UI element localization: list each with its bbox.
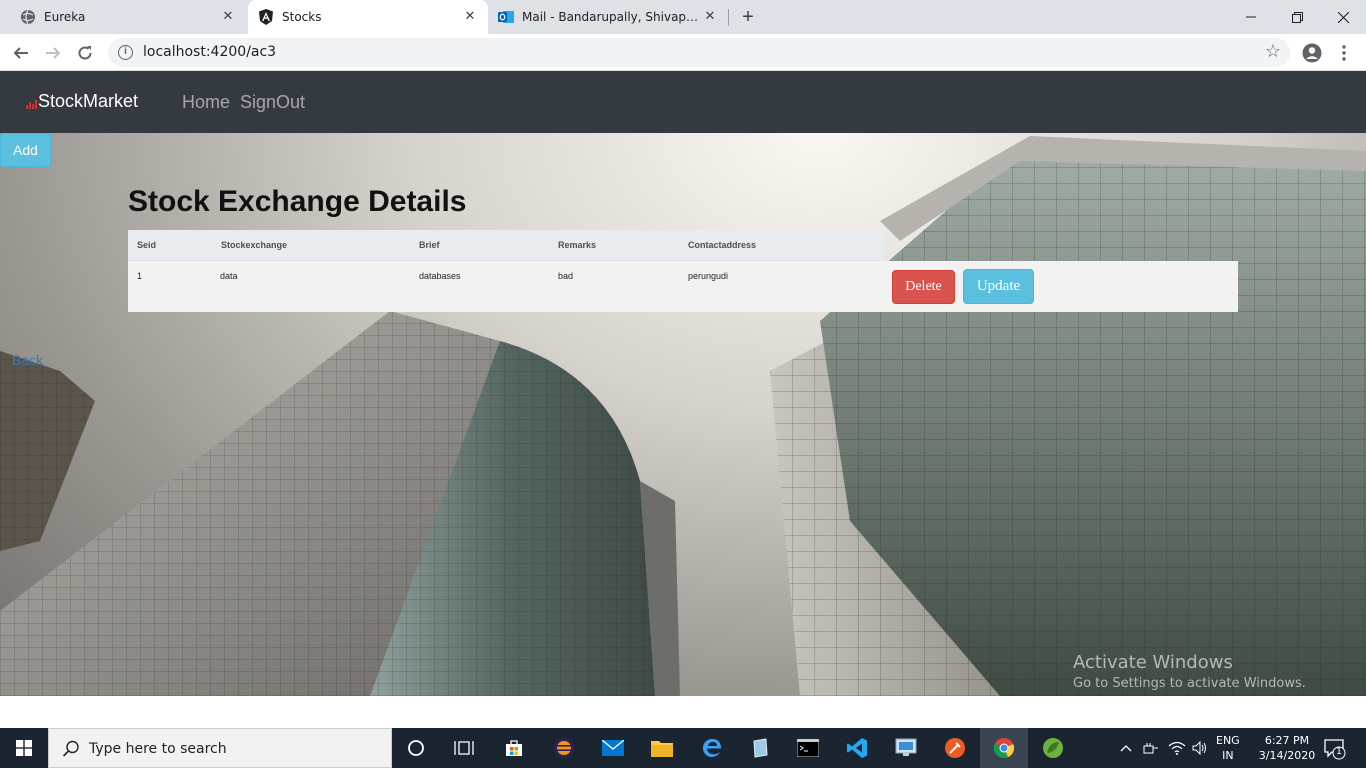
bookmark-star-icon[interactable]: ☆ bbox=[1265, 41, 1281, 62]
clock-time: 6:27 PM bbox=[1264, 734, 1310, 747]
delete-button[interactable]: Delete bbox=[892, 270, 955, 304]
vscode-icon[interactable] bbox=[833, 728, 881, 768]
language-indicator[interactable]: ENG IN bbox=[1216, 733, 1240, 763]
reload-icon[interactable] bbox=[72, 40, 98, 66]
browser-toolbar: i localhost:4200/ac3 ☆ bbox=[0, 34, 1366, 71]
angular-icon bbox=[258, 9, 274, 25]
command-prompt-icon[interactable] bbox=[784, 728, 832, 768]
cortana-icon[interactable] bbox=[392, 728, 440, 768]
notification-center-icon[interactable]: 1 bbox=[1322, 736, 1346, 760]
store-icon[interactable] bbox=[490, 728, 538, 768]
new-tab-button[interactable]: + bbox=[736, 5, 760, 29]
restore-button[interactable] bbox=[1274, 0, 1320, 34]
file-explorer-icon[interactable] bbox=[638, 728, 686, 768]
close-tab-icon[interactable]: ✕ bbox=[220, 9, 236, 25]
brand-name: StockMarket bbox=[38, 91, 139, 111]
edge-icon[interactable] bbox=[688, 728, 736, 768]
browser-tab-strip: Eureka ✕ Stocks ✕ Mail - Bandarupally, S… bbox=[0, 0, 1366, 34]
app-navbar: StockMarket Home SignOut bbox=[0, 71, 1366, 133]
taskbar-search-input[interactable]: Type here to search bbox=[48, 728, 392, 768]
cell-seid: 1 bbox=[137, 271, 143, 281]
language-code: ENG bbox=[1216, 734, 1240, 747]
column-header-seid: Seid bbox=[137, 240, 157, 250]
watermark-title: Activate Windows bbox=[1073, 652, 1233, 673]
background-skyscrapers-image bbox=[0, 136, 1366, 696]
add-button[interactable]: Add bbox=[0, 133, 51, 167]
table-row: 1 data databases bad perungudi Delete Up… bbox=[128, 261, 1238, 312]
tray-chevron-icon[interactable] bbox=[1120, 728, 1132, 768]
volume-icon[interactable] bbox=[1192, 728, 1208, 768]
clock-date: 3/14/2020 bbox=[1258, 749, 1316, 762]
close-tab-icon[interactable]: ✕ bbox=[462, 9, 478, 25]
postman-icon[interactable] bbox=[931, 728, 979, 768]
site-info-icon[interactable]: i bbox=[118, 45, 133, 60]
spring-tool-suite-icon[interactable] bbox=[1029, 728, 1077, 768]
cell-contactaddress: perungudi bbox=[688, 271, 729, 281]
windows-taskbar: Type here to search ENG IN 6:27 PM 3/14/… bbox=[0, 728, 1366, 768]
tab-eureka[interactable]: Eureka ✕ bbox=[0, 0, 246, 34]
nav-signout-link[interactable]: SignOut bbox=[240, 92, 305, 113]
close-tab-icon[interactable]: ✕ bbox=[702, 9, 718, 25]
minimize-button[interactable] bbox=[1228, 0, 1274, 34]
column-header-remarks: Remarks bbox=[558, 240, 597, 250]
tab-title: Mail - Bandarupally, Shivaprasad bbox=[522, 10, 702, 24]
table-header: Seid Stockexchange Brief Remarks Contact… bbox=[128, 230, 884, 261]
cell-stockexchange: data bbox=[220, 271, 238, 281]
mail-icon[interactable] bbox=[589, 728, 637, 768]
column-header-stockexchange: Stockexchange bbox=[221, 240, 288, 250]
notification-count: 1 bbox=[1336, 747, 1342, 757]
windows-start-icon[interactable] bbox=[0, 728, 48, 768]
network-plug-icon[interactable] bbox=[1143, 728, 1159, 768]
watermark-subtitle: Go to Settings to activate Windows. bbox=[1073, 676, 1306, 691]
column-header-brief: Brief bbox=[419, 240, 440, 250]
region-code: IN bbox=[1222, 749, 1234, 762]
search-placeholder: Type here to search bbox=[89, 741, 227, 757]
tab-separator bbox=[728, 9, 729, 26]
back-arrow-icon[interactable] bbox=[8, 40, 34, 66]
task-view-icon[interactable] bbox=[440, 728, 488, 768]
search-icon bbox=[62, 740, 79, 757]
back-link[interactable]: Back bbox=[12, 352, 43, 368]
address-bar[interactable]: i localhost:4200/ac3 ☆ bbox=[108, 38, 1290, 67]
cell-remarks: bad bbox=[558, 271, 574, 281]
cell-brief: databases bbox=[419, 271, 461, 281]
page-title: Stock Exchange Details bbox=[128, 185, 467, 218]
tab-title: Stocks bbox=[282, 10, 322, 24]
update-button[interactable]: Update bbox=[963, 269, 1034, 304]
eclipse-icon[interactable] bbox=[540, 728, 588, 768]
wifi-icon[interactable] bbox=[1168, 728, 1186, 768]
remote-desktop-icon[interactable] bbox=[882, 728, 930, 768]
outlook-icon bbox=[498, 9, 514, 25]
tab-stocks[interactable]: Stocks ✕ bbox=[248, 0, 488, 34]
tab-title: Eureka bbox=[44, 10, 86, 24]
profile-icon[interactable] bbox=[1299, 40, 1325, 66]
activate-windows-watermark: Activate Windows Go to Settings to activ… bbox=[1073, 652, 1306, 691]
brand-link[interactable]: StockMarket bbox=[26, 91, 138, 112]
chrome-icon[interactable] bbox=[980, 728, 1028, 768]
sticky-app-icon[interactable] bbox=[736, 728, 784, 768]
close-window-button[interactable] bbox=[1320, 0, 1366, 34]
menu-kebab-icon[interactable] bbox=[1331, 40, 1357, 66]
system-clock[interactable]: 6:27 PM 3/14/2020 bbox=[1255, 733, 1319, 763]
globe-icon bbox=[20, 9, 36, 25]
nav-home-link[interactable]: Home bbox=[182, 92, 230, 113]
tab-mail[interactable]: Mail - Bandarupally, Shivaprasad ✕ bbox=[488, 0, 728, 34]
column-header-contactaddress: Contactaddress bbox=[688, 240, 757, 250]
forward-arrow-icon[interactable] bbox=[40, 40, 66, 66]
url-text: localhost:4200/ac3 bbox=[143, 44, 277, 60]
stock-chart-logo-icon bbox=[26, 98, 37, 109]
page-viewport: StockMarket Home SignOut Add Stock Excha… bbox=[0, 71, 1366, 696]
